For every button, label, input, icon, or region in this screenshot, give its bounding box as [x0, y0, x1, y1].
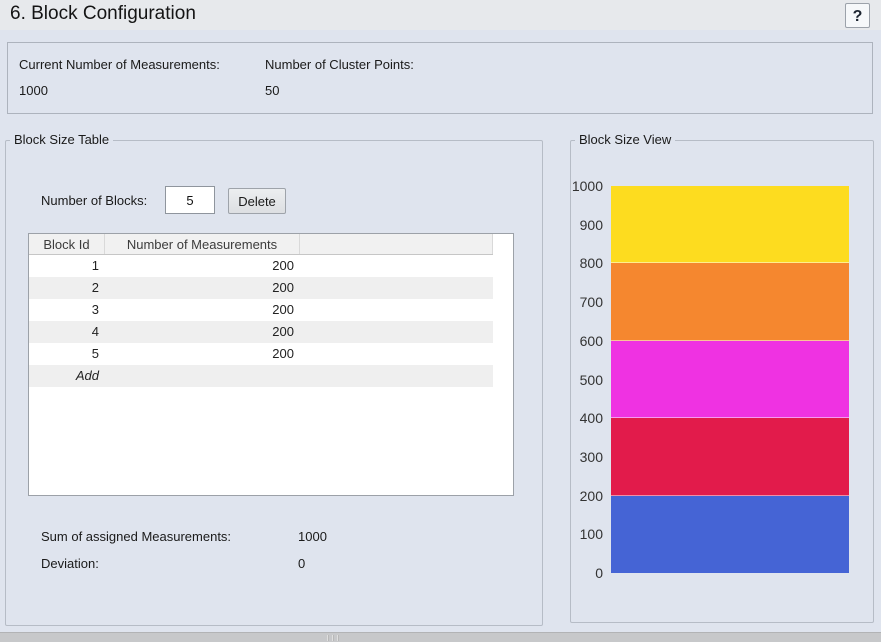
block-size-view-group-title: Block Size View: [575, 132, 675, 147]
bar-segment-block-4: [611, 263, 849, 340]
y-tick-label: 600: [569, 334, 603, 348]
table-row[interactable]: 3200: [29, 299, 493, 321]
chart-y-axis: 01002003004005006007008009001000: [571, 186, 605, 573]
cluster-points-label: Number of Cluster Points:: [265, 57, 414, 72]
bar-segment-block-3: [611, 341, 849, 418]
block-size-view-group: Block Size View 010020030040050060070080…: [570, 140, 874, 623]
y-tick-label: 0: [569, 566, 603, 580]
help-button[interactable]: ?: [845, 3, 870, 28]
cell-measurements[interactable]: 200: [105, 277, 300, 299]
bar-segment-block-1: [611, 496, 849, 573]
deviation-label: Deviation:: [41, 556, 99, 571]
measurements-label: Current Number of Measurements:: [19, 57, 220, 72]
y-tick-label: 400: [569, 411, 603, 425]
cell-block-id[interactable]: 5: [29, 343, 105, 365]
block-size-table[interactable]: Block Id Number of Measurements 12002200…: [28, 233, 514, 496]
y-tick-label: 800: [569, 256, 603, 270]
y-tick-label: 100: [569, 527, 603, 541]
cluster-points-value: 50: [265, 83, 279, 98]
cell-block-id[interactable]: 1: [29, 255, 105, 277]
y-tick-label: 1000: [569, 179, 603, 193]
column-header-block-id[interactable]: Block Id: [29, 234, 105, 254]
add-row[interactable]: Add: [29, 365, 493, 387]
y-tick-label: 300: [569, 450, 603, 464]
chart-bar: [611, 186, 849, 573]
number-of-blocks-label: Number of Blocks:: [41, 193, 147, 208]
deviation-value: 0: [298, 556, 305, 571]
measurements-value: 1000: [19, 83, 48, 98]
number-of-blocks-input[interactable]: [165, 186, 215, 214]
page-title: 6. Block Configuration: [10, 3, 196, 25]
splitter-handle[interactable]: [327, 635, 347, 641]
cell-block-id[interactable]: 4: [29, 321, 105, 343]
bar-segment-block-5: [611, 186, 849, 263]
bar-segment-block-2: [611, 418, 849, 495]
y-tick-label: 200: [569, 489, 603, 503]
column-header-filler: [300, 234, 493, 254]
cell-measurements[interactable]: 200: [105, 299, 300, 321]
table-header: Block Id Number of Measurements: [29, 234, 493, 255]
horizontal-splitter: [0, 632, 881, 642]
delete-button[interactable]: Delete: [228, 188, 286, 214]
info-panel: Current Number of Measurements: 1000 Num…: [7, 42, 873, 114]
block-size-table-group-title: Block Size Table: [10, 132, 113, 147]
cell-measurements[interactable]: 200: [105, 321, 300, 343]
cell-measurements[interactable]: 200: [105, 255, 300, 277]
column-header-measurements[interactable]: Number of Measurements: [105, 234, 300, 254]
title-bar: 6. Block Configuration ?: [0, 0, 881, 30]
y-tick-label: 500: [569, 373, 603, 387]
table-row[interactable]: 5200: [29, 343, 493, 365]
y-tick-label: 900: [569, 218, 603, 232]
block-size-table-group: Block Size Table Number of Blocks: Delet…: [5, 140, 543, 626]
table-row[interactable]: 2200: [29, 277, 493, 299]
block-table-body: 12002200320042005200Add: [29, 255, 513, 387]
block-configuration-dialog: 6. Block Configuration ? Current Number …: [0, 0, 881, 642]
table-row[interactable]: 4200: [29, 321, 493, 343]
sum-value: 1000: [298, 529, 327, 544]
table-row[interactable]: 1200: [29, 255, 493, 277]
add-row-label[interactable]: Add: [29, 365, 105, 387]
cell-block-id[interactable]: 3: [29, 299, 105, 321]
cell-measurements[interactable]: 200: [105, 343, 300, 365]
y-tick-label: 700: [569, 295, 603, 309]
cell-block-id[interactable]: 2: [29, 277, 105, 299]
sum-label: Sum of assigned Measurements:: [41, 529, 231, 544]
